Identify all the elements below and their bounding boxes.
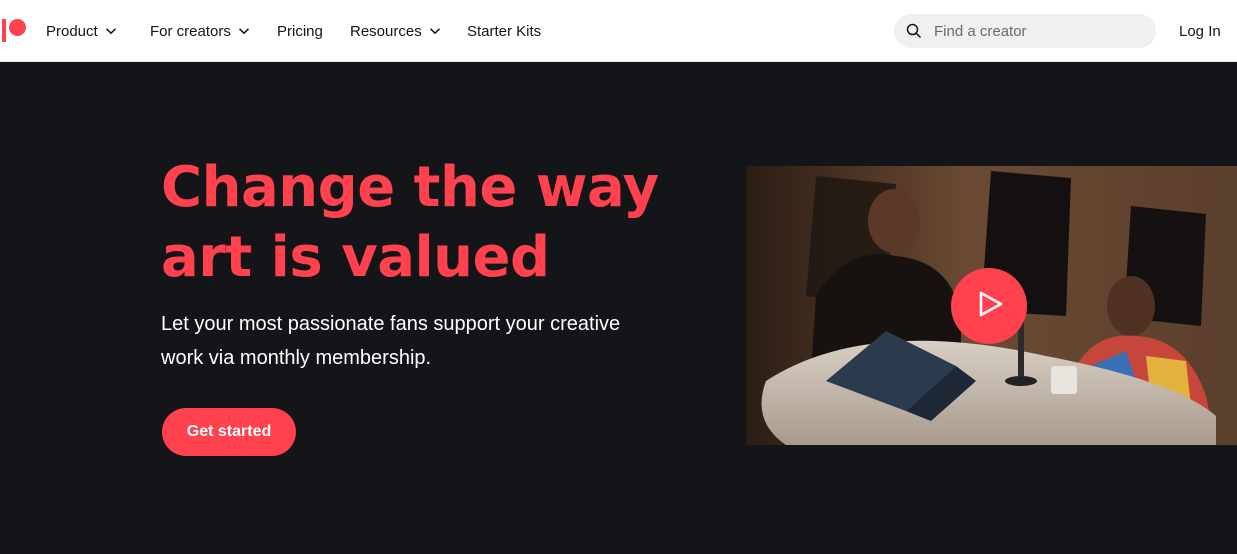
nav-item-label: For creators	[150, 22, 231, 40]
hero-headline: Change the way art is valued	[161, 153, 681, 293]
nav-item-pricing[interactable]: Pricing	[277, 0, 323, 62]
nav-item-starter-kits[interactable]: Starter Kits	[467, 0, 541, 62]
hero-section: Change the way art is valued Let your mo…	[0, 63, 1237, 554]
play-icon	[972, 287, 1006, 326]
search-icon	[906, 23, 922, 39]
get-started-button[interactable]: Get started	[162, 408, 296, 456]
hero-video[interactable]	[746, 166, 1237, 445]
nav-item-for-creators[interactable]: For creators	[150, 0, 250, 62]
play-button[interactable]	[951, 268, 1027, 344]
patreon-logo[interactable]	[2, 19, 28, 43]
logo-dot	[9, 19, 26, 36]
headline-line-2: art is valued	[161, 225, 550, 290]
chevron-down-icon	[429, 25, 441, 37]
search-box[interactable]	[894, 14, 1156, 48]
headline-line-1: Change the way	[161, 155, 659, 220]
nav-item-label: Pricing	[277, 22, 323, 40]
nav-item-label: Product	[46, 22, 98, 40]
nav-item-label: Resources	[350, 22, 422, 40]
subtext-line-1: Let your most passionate fans support yo…	[161, 313, 621, 335]
top-nav: Product For creators Pricing Resources S…	[0, 0, 1237, 62]
search-input[interactable]	[934, 22, 1134, 40]
hero-subtext: Let your most passionate fans support yo…	[161, 307, 661, 375]
chevron-down-icon	[105, 25, 117, 37]
chevron-down-icon	[238, 25, 250, 37]
login-link[interactable]: Log In	[1179, 0, 1221, 62]
subtext-line-2: work via monthly membership.	[161, 347, 432, 369]
logo-bar	[2, 19, 6, 42]
nav-item-resources[interactable]: Resources	[350, 0, 441, 62]
nav-item-label: Starter Kits	[467, 22, 542, 40]
nav-item-product[interactable]: Product	[46, 0, 117, 62]
